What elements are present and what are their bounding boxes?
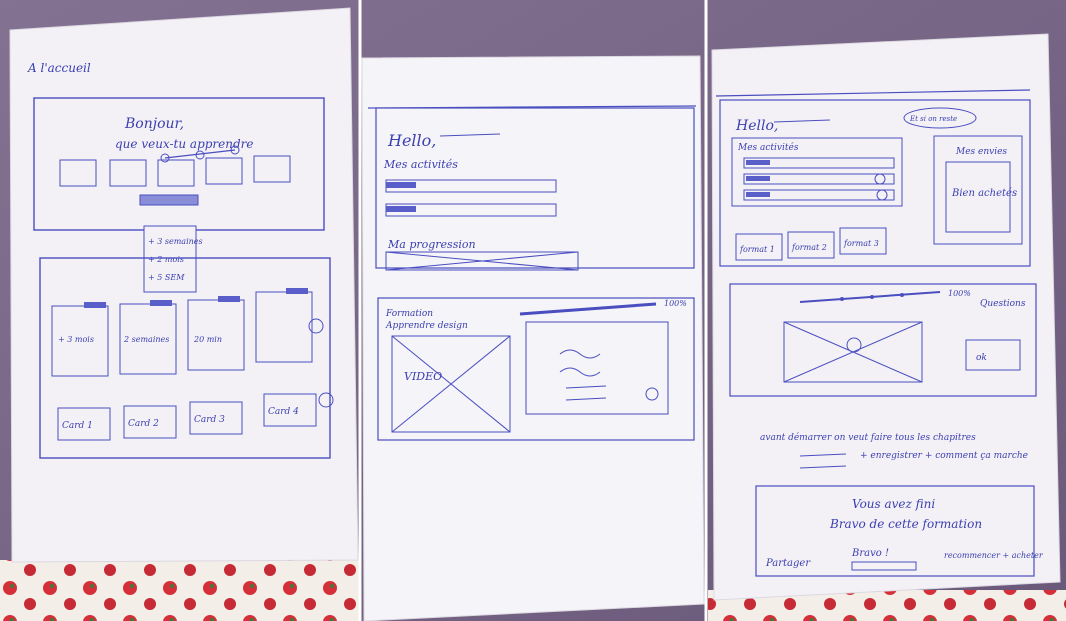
sheet-1: A l'accueil Bonjour, que veux-tu apprend… (9, 7, 359, 563)
sheet3-note-line1: avant démarrer on veut faire tous les ch… (760, 432, 976, 443)
sheet3-activities: Mes activités (737, 142, 799, 153)
card-note: + 3 mois (58, 335, 94, 344)
sheet3-footer-line1: Vous avez fini (852, 497, 935, 511)
sheet3-greeting: Hello, (735, 118, 778, 134)
sheet3-side-body: Bien achetés (951, 188, 1017, 199)
sheet3-ok: ok (976, 353, 987, 363)
sheet2-progress-label: 100% (664, 299, 687, 308)
sheet2-activities: Mes activités (383, 158, 458, 171)
tile-label: Card 2 (128, 419, 159, 429)
tab-label: format 1 (739, 245, 775, 254)
popover-item: + 3 semaines (148, 237, 203, 246)
sheet1-corner-note: A l'accueil (27, 61, 91, 75)
sheet3-side-title: Mes envies (955, 147, 1007, 157)
card-note: 2 semaines (123, 335, 169, 344)
photo-scene: A l'accueil Bonjour, que veux-tu apprend… (0, 0, 1066, 621)
sheet3-footer-right: recommencer + acheter (944, 551, 1044, 560)
sheet-3: Hello, Et si on reste Mes activités Mes … (711, 33, 1061, 601)
course-subtitle: Apprendre design (385, 321, 468, 331)
sheet3-footer-center: Bravo ! (851, 548, 889, 559)
tile-label: Card 4 (268, 407, 299, 417)
video-label: VIDEO (404, 370, 442, 383)
sheet3-footer-left: Partager (765, 558, 811, 569)
sheet2-greeting: Hello, (387, 131, 436, 150)
tab-label: format 3 (843, 239, 879, 248)
popover-item: + 5 SEM (148, 273, 185, 282)
popover-item: + 2 mois (148, 255, 184, 264)
cta-scribble-button (139, 194, 199, 206)
fabric-left (0, 560, 360, 621)
tile-label: Card 3 (194, 415, 225, 425)
sheet3-note-line2: + enregistrer + comment ça marche (860, 451, 1028, 461)
sheet-2: Hello, Mes activités Ma progression Form… (361, 55, 705, 621)
sheet1-greeting-line1: Bonjour, (124, 116, 184, 132)
sheet3-progress-label: 100% (948, 289, 971, 298)
sheet3-annotation: Et si on reste (909, 115, 957, 123)
tab-label: format 2 (791, 243, 827, 252)
card-note: 20 min (193, 335, 222, 344)
sheet2-progress: Ma progression (387, 238, 476, 251)
sheet3-footer-line2: Bravo de cette formation (829, 517, 982, 531)
sheet3-questions: Questions (980, 299, 1026, 309)
course-title: Formation (385, 309, 433, 319)
sheet1-greeting-line2: que veux-tu apprendre (115, 137, 254, 151)
tile-label: Card 1 (62, 421, 93, 431)
